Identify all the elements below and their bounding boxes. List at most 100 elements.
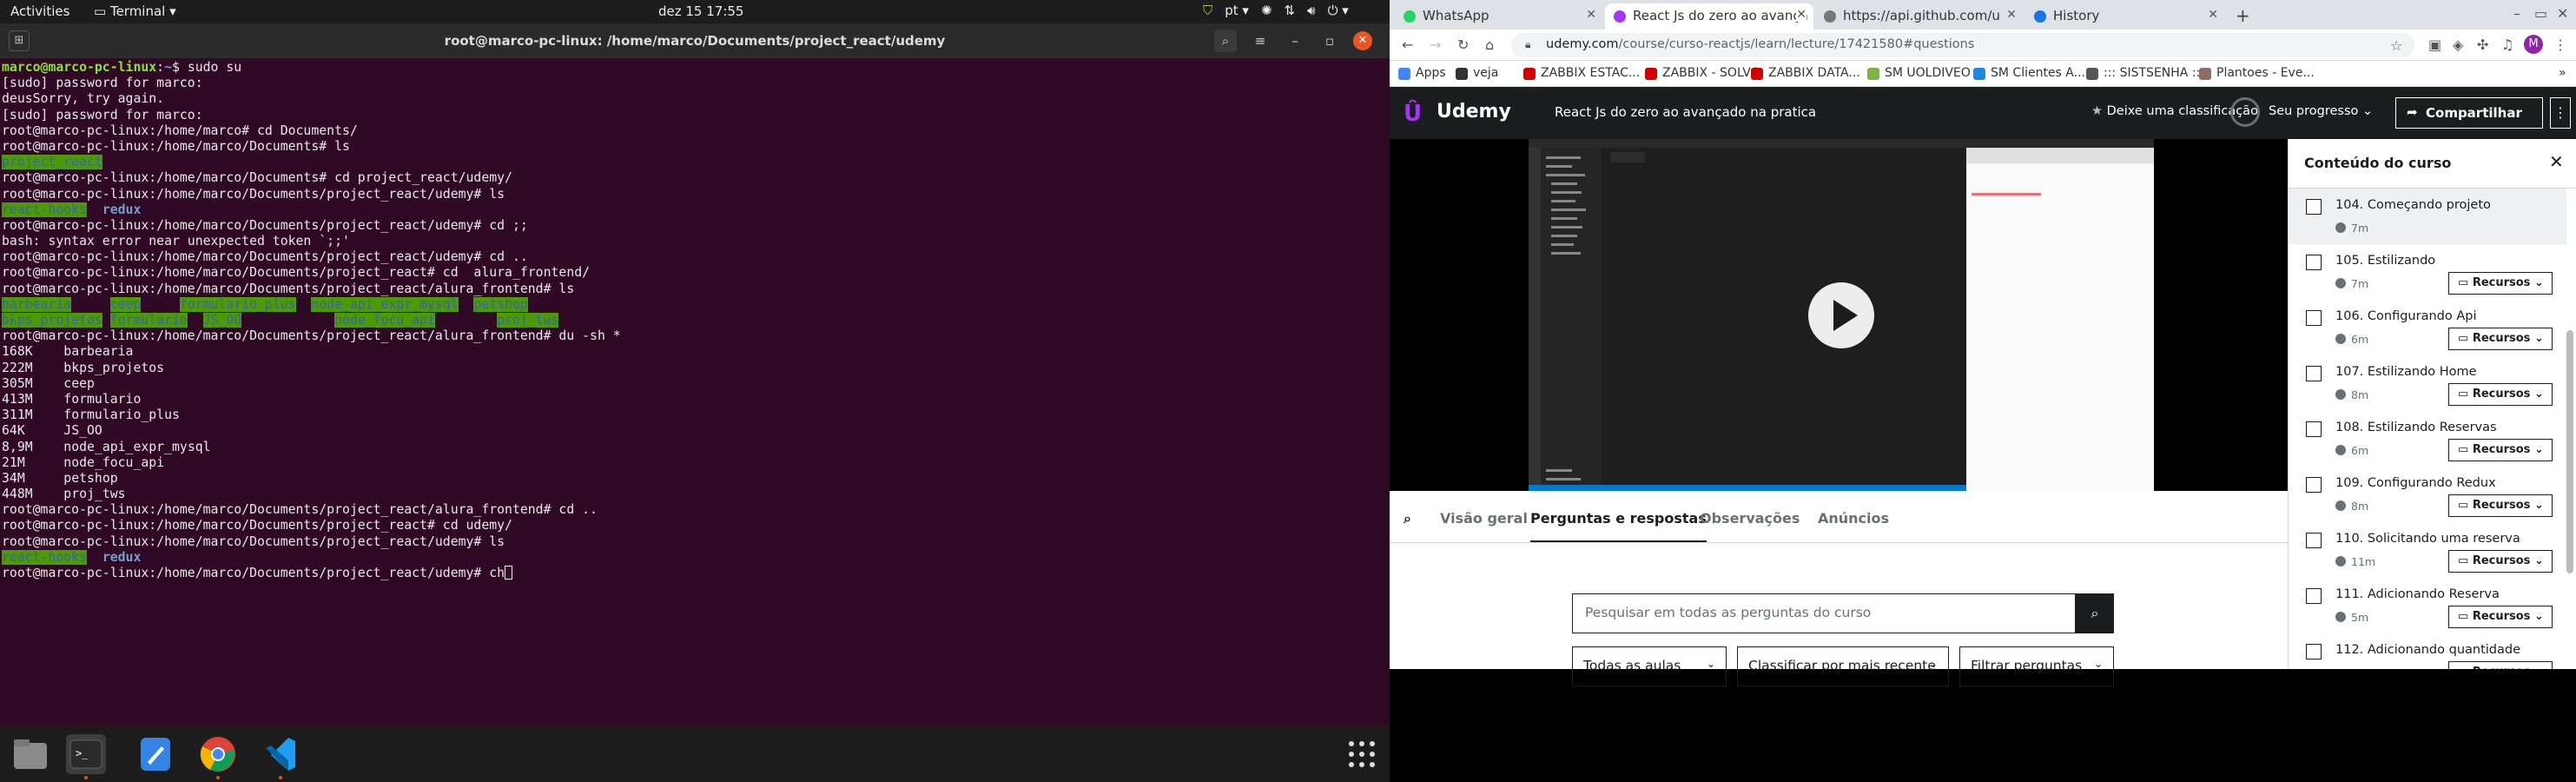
address-bar[interactable]: 🔒︎ udemy.com/course/curso-reactjs/learn/… (1511, 33, 2414, 57)
close-icon[interactable]: ✕ (1353, 31, 1372, 50)
video-player[interactable] (1390, 139, 2288, 491)
lesson-checkbox[interactable] (2306, 644, 2322, 659)
lesson-item[interactable]: 106. Configurando Api 6m ▭ Recursos ⌄ (2289, 300, 2566, 355)
clock[interactable]: dez 15 17:55 (658, 3, 743, 19)
shield-icon[interactable]: ⛉ (1203, 3, 1212, 18)
search-icon[interactable]: ⌕ (2076, 593, 2114, 633)
chrome-icon[interactable] (198, 734, 238, 779)
menu-icon[interactable]: ≡ (1249, 30, 1271, 52)
bookmark-item[interactable]: veja (1454, 66, 1498, 80)
lesson-item[interactable]: 112. Adicionando quantidade ▭ Recursos ⌄ (2289, 633, 2566, 669)
text-editor-icon[interactable] (135, 734, 175, 774)
app-menu[interactable]: ▭ Terminal ▾ (94, 3, 176, 19)
home-icon[interactable]: ⌂ (1485, 36, 1494, 53)
tab-whatsapp[interactable]: WhatsApp ✕ (1395, 3, 1603, 30)
questions-search-input[interactable]: Pesquisar em todas as perguntas do curso (1572, 593, 2076, 633)
minimize-icon[interactable]: – (2513, 5, 2520, 22)
volume-icon[interactable]: 🔊︎ (1307, 3, 1315, 18)
sort-select[interactable]: Classificar por mais recente ⌄ (1737, 646, 1949, 686)
show-apps-icon[interactable] (1342, 734, 1382, 774)
terminal-icon[interactable]: >_ (66, 734, 106, 779)
minimize-icon[interactable]: – (1284, 30, 1306, 52)
maximize-icon[interactable]: ▫ (1318, 30, 1341, 52)
tab-announcements[interactable]: Anúncios (1818, 510, 1889, 527)
lesson-checkbox[interactable] (2306, 366, 2322, 381)
bookmark-item[interactable]: ZABBIX - SOLVO (1643, 66, 1760, 80)
lesson-checkbox[interactable] (2306, 310, 2322, 326)
resources-button[interactable]: ▭ Recursos ⌄ (2448, 661, 2553, 669)
avatar[interactable]: M (2524, 35, 2543, 54)
udemy-logo[interactable]: Û Udemy (1404, 101, 1511, 127)
lesson-item[interactable]: 110. Solicitando uma reserva 11m ▭ Recurso… (2289, 522, 2566, 578)
power-icon[interactable]: ⏻ ▾ (1328, 3, 1349, 18)
files-icon[interactable] (10, 734, 50, 774)
bookmark-item[interactable]: Apps (1397, 66, 1446, 80)
close-icon[interactable]: ✕ (2549, 151, 2564, 172)
lesson-checkbox[interactable] (2306, 533, 2322, 548)
bookmark-item[interactable]: SM Clientes A... (1972, 66, 2085, 80)
resources-button[interactable]: ▭ Recursos ⌄ (2448, 383, 2553, 406)
search-icon[interactable]: ⌕ (1214, 30, 1237, 52)
folder-icon: ▭ (2458, 610, 2473, 623)
activities-button[interactable]: Activities (10, 3, 69, 19)
maximize-icon[interactable]: ▭ (2534, 5, 2547, 22)
question-filter-select[interactable]: Filtrar perguntas ⌄ (1959, 646, 2114, 686)
kebab-menu-icon[interactable]: ⋮ (2553, 36, 2567, 53)
vscode-icon[interactable] (261, 734, 301, 779)
lecture-filter-select[interactable]: Todas as aulas ⌄ (1572, 646, 1727, 686)
input-language[interactable]: pt ▾ (1225, 3, 1249, 18)
puzzle-icon[interactable]: ✣ (2477, 36, 2488, 53)
resources-button[interactable]: ▭ Recursos ⌄ (2448, 328, 2553, 350)
lesson-item[interactable]: 107. Estilizando Home 8m ▭ Recursos ⌄ (2289, 355, 2566, 411)
extension-icon[interactable]: ▣ (2428, 36, 2441, 53)
star-icon[interactable]: ☆ (2390, 37, 2402, 54)
search-icon[interactable]: ⌕ (1404, 510, 1411, 527)
scrollbar[interactable] (2566, 330, 2573, 573)
close-icon[interactable]: ✕ (2006, 8, 2017, 22)
more-bookmarks-icon[interactable]: » (2559, 66, 2566, 80)
tab-github-api[interactable]: https://api.github.com/u ✕ (1815, 3, 2024, 30)
course-title[interactable]: React Js do zero ao avançado na pratica (1555, 104, 1816, 120)
lesson-checkbox[interactable] (2306, 588, 2322, 604)
more-options-icon[interactable]: ⋮ (2550, 97, 2571, 129)
bookmark-item[interactable]: SM UOLDIVEO (1866, 66, 1971, 80)
terminal-output[interactable]: marco@marco-pc-linux:~$ sudo su [sudo] pa… (0, 60, 1390, 720)
tab-udemy[interactable]: React Js do zero ao avança ✕ (1605, 3, 1813, 30)
resources-button[interactable]: ▭ Recursos ⌄ (2448, 494, 2553, 517)
lesson-checkbox[interactable] (2306, 477, 2322, 493)
lesson-item[interactable]: 109. Configurando Redux 8m ▭ Recursos ⌄ (2289, 467, 2566, 522)
bookmark-item[interactable]: Plantoes - Eve... (2197, 66, 2315, 80)
close-icon[interactable]: ✕ (1796, 8, 1807, 22)
bookmark-item[interactable]: ::: SISTSENHA ::: (2084, 66, 2204, 80)
share-button[interactable]: ➦ Compartilhar (2395, 97, 2543, 129)
resources-button[interactable]: ▭ Recursos ⌄ (2448, 550, 2553, 573)
bookmark-item[interactable]: ZABBIX DATA... (1749, 66, 1860, 80)
tab-notes[interactable]: Observações (1700, 510, 1800, 527)
extension-icon[interactable]: ◈ (2453, 36, 2463, 53)
forward-icon[interactable]: → (1430, 36, 1441, 53)
resources-button[interactable]: ▭ Recursos ⌄ (2448, 439, 2553, 461)
lesson-checkbox[interactable] (2306, 199, 2322, 215)
resources-button[interactable]: ▭ Recursos ⌄ (2448, 606, 2553, 628)
bookmark-item[interactable]: ZABBIX ESTAC... (1522, 66, 1640, 80)
media-icon[interactable]: ♫ (2501, 36, 2513, 53)
accessibility-icon[interactable]: ✺ (1261, 3, 1272, 18)
tab-overview[interactable]: Visão geral (1440, 510, 1528, 527)
close-icon[interactable]: ✕ (2208, 8, 2218, 22)
reload-icon[interactable]: ↻ (1457, 36, 1469, 53)
play-button[interactable] (1808, 282, 1874, 348)
lesson-item[interactable]: 104. Começando projeto 7m (2289, 189, 2566, 244)
lesson-checkbox[interactable] (2306, 421, 2322, 437)
close-icon[interactable]: ✕ (2557, 5, 2568, 22)
resources-button[interactable]: ▭ Recursos ⌄ (2448, 272, 2553, 295)
lesson-checkbox[interactable] (2306, 255, 2322, 270)
new-tab-button[interactable]: + (2236, 5, 2250, 26)
lesson-item[interactable]: 108. Estilizando Reservas 6m ▭ Recursos ⌄ (2289, 411, 2566, 467)
lesson-item[interactable]: 111. Adicionando Reserva 5m ▭ Recursos ⌄ (2289, 578, 2566, 633)
tab-history[interactable]: History ✕ (2025, 3, 2225, 30)
tab-questions[interactable]: Perguntas e respostas (1530, 510, 1707, 542)
lesson-item[interactable]: 105. Estilizando 7m ▭ Recursos ⌄ (2289, 244, 2566, 300)
network-icon[interactable]: ⇅ (1285, 3, 1296, 18)
close-icon[interactable]: ✕ (1586, 8, 1596, 22)
back-icon[interactable]: ← (1402, 36, 1413, 53)
